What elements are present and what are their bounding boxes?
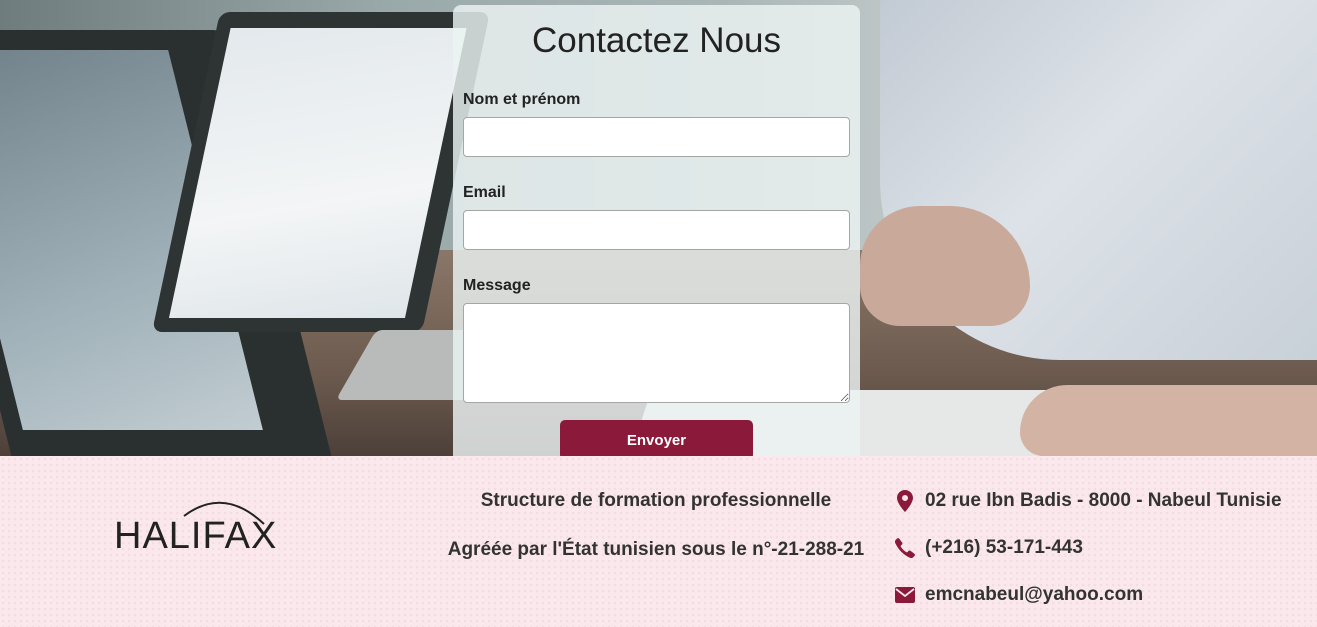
contact-form-card: Contactez Nous Nom et prénom Email Messa… — [453, 5, 860, 460]
footer-email[interactable]: emcnabeul@yahoo.com — [925, 584, 1143, 606]
footer-phone-row: (+216) 53-171-443 — [894, 533, 1314, 563]
footer-about: Structure de formation professionnelle A… — [440, 486, 872, 564]
map-marker-icon — [894, 490, 916, 512]
submit-button[interactable]: Envoyer — [560, 420, 753, 460]
footer-contact: 02 rue Ibn Badis - 8000 - Nabeul Tunisie… — [894, 486, 1314, 627]
footer: HALIFAX Structure de formation professio… — [0, 456, 1317, 627]
name-input[interactable] — [463, 117, 850, 157]
contact-form-title: Contactez Nous — [531, 21, 782, 60]
message-label: Message — [463, 277, 531, 294]
footer-address: 02 rue Ibn Badis - 8000 - Nabeul Tunisie — [925, 490, 1282, 511]
logo-text: HALIFAX — [114, 515, 278, 557]
background-hand-lower — [1020, 385, 1317, 456]
footer-tagline: Structure de formation professionnelle — [480, 490, 832, 511]
message-textarea[interactable] — [463, 303, 850, 403]
halifax-logo: HALIFAX — [114, 494, 304, 558]
envelope-icon — [894, 584, 916, 606]
email-input[interactable] — [463, 210, 850, 250]
footer-accreditation: Agréée par l'État tunisien sous le n°-21… — [447, 539, 865, 560]
footer-phone[interactable]: (+216) 53-171-443 — [925, 537, 1083, 559]
footer-email-row: emcnabeul@yahoo.com — [894, 580, 1314, 610]
email-label: Email — [463, 184, 506, 201]
phone-icon — [894, 537, 916, 559]
name-label: Nom et prénom — [463, 91, 581, 108]
footer-address-row: 02 rue Ibn Badis - 8000 - Nabeul Tunisie — [894, 486, 1314, 516]
